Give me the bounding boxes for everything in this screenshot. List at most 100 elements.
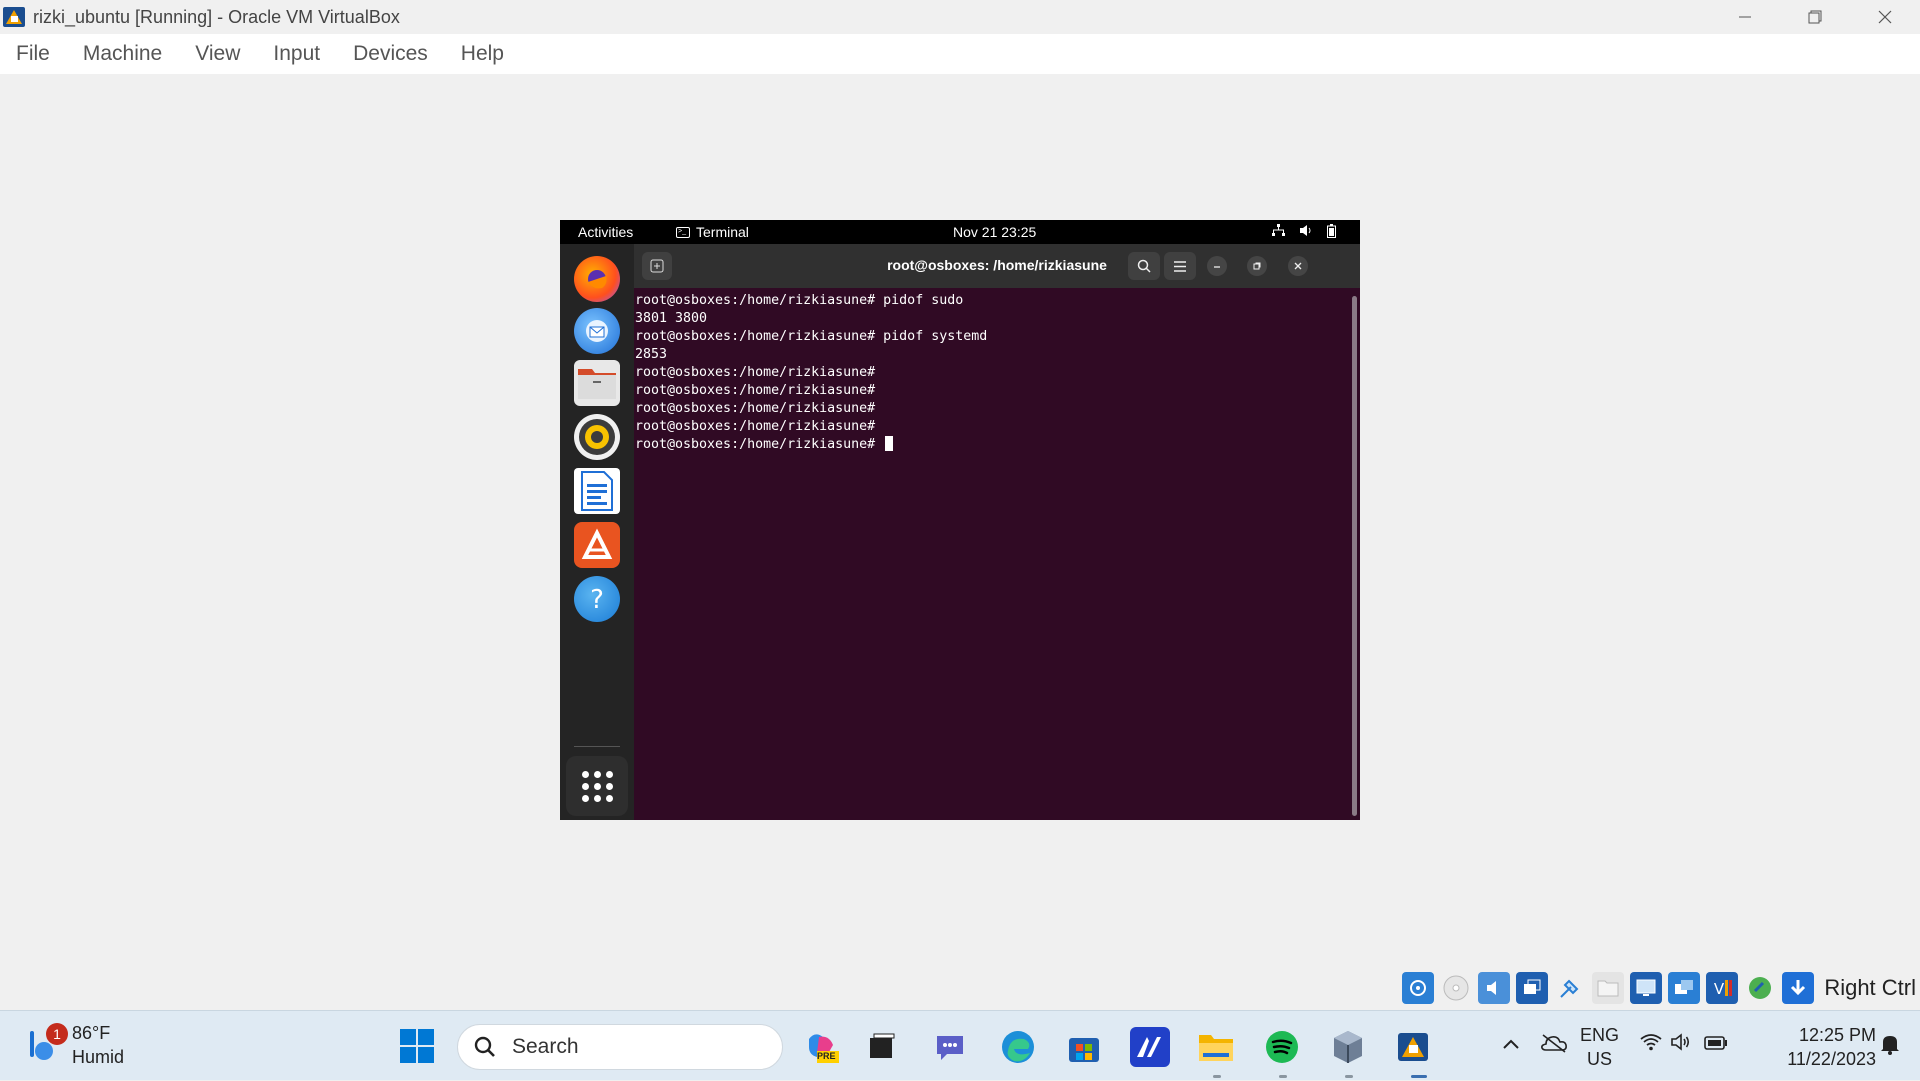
search-icon: [474, 1036, 496, 1058]
speaker-icon[interactable]: [1670, 1033, 1692, 1057]
terminal-line: root@osboxes:/home/rizkiasune#: [635, 419, 876, 434]
new-tab-button[interactable]: [642, 252, 672, 280]
battery-status-icon[interactable]: [1704, 1033, 1728, 1056]
terminal-maximize-button[interactable]: [1247, 256, 1267, 276]
host-key-arrow-icon[interactable]: [1782, 972, 1815, 1004]
minimize-button[interactable]: [1710, 0, 1780, 34]
vmware-cube-icon[interactable]: [1328, 1027, 1368, 1067]
guest-screen[interactable]: Activities >_ Terminal Nov 21 23:25 ? ro…: [560, 220, 1360, 820]
virtualbox-logo-icon: [2, 4, 28, 30]
gnome-top-bar: Activities >_ Terminal Nov 21 23:25: [560, 220, 1360, 244]
files-icon[interactable]: [574, 360, 620, 406]
svg-text:V: V: [1714, 980, 1725, 998]
clock-date: 11/22/2023: [1787, 1049, 1876, 1069]
language-indicator[interactable]: ENG US: [1580, 1023, 1619, 1071]
menu-devices[interactable]: Devices: [353, 42, 428, 66]
app-menu-label: Terminal: [696, 224, 749, 240]
weather-badge: 1: [46, 1023, 68, 1045]
terminal-cursor: [885, 436, 894, 451]
wifi-icon[interactable]: [1640, 1033, 1662, 1057]
terminal-line: root@osboxes:/home/rizkiasune#: [635, 401, 876, 416]
terminal-output[interactable]: root@osboxes:/home/rizkiasune# pidof sud…: [635, 292, 1335, 454]
copilot-badge: PRE: [817, 1051, 836, 1061]
usb-icon[interactable]: [1554, 972, 1586, 1004]
active-indicator: [1411, 1075, 1427, 1078]
vbox-status-bar: V Right Ctrl: [1402, 966, 1920, 1010]
ubuntu-dock: ?: [560, 244, 634, 820]
menu-machine[interactable]: Machine: [83, 42, 162, 66]
terminal-search-button[interactable]: [1128, 252, 1160, 280]
app-center-icon[interactable]: [574, 522, 620, 568]
restore-button[interactable]: [1780, 0, 1850, 34]
firefox-icon[interactable]: [574, 256, 620, 302]
gnome-status-area[interactable]: [1272, 223, 1336, 241]
writer-icon[interactable]: [574, 468, 620, 514]
start-button[interactable]: [400, 1029, 434, 1063]
dock-separator: [574, 746, 620, 747]
hard-disk-icon[interactable]: [1402, 972, 1435, 1004]
weather-widget[interactable]: 1 86°F Humid: [24, 1021, 124, 1069]
terminal-line: root@osboxes:/home/rizkiasune#: [635, 365, 876, 380]
microsoft-store-icon[interactable]: [1064, 1027, 1104, 1067]
file-explorer-icon[interactable]: [1196, 1027, 1236, 1067]
show-apps-icon[interactable]: [566, 756, 628, 816]
running-indicator: [1213, 1075, 1221, 1078]
volume-icon: [1299, 224, 1313, 240]
terminal-prompt-line[interactable]: root@osboxes:/home/rizkiasune#: [635, 436, 1335, 454]
clock-time: 12:25 PM: [1798, 1025, 1876, 1045]
notification-bell-icon[interactable]: [1880, 1033, 1900, 1061]
running-indicator: [1345, 1075, 1353, 1078]
vt-x-icon[interactable]: V: [1706, 972, 1739, 1004]
optical-drive-icon[interactable]: [1440, 972, 1472, 1004]
network-icon: [1272, 224, 1285, 240]
terminal-line: 2853: [635, 347, 668, 362]
thunderbird-icon[interactable]: [574, 308, 620, 354]
gnome-clock[interactable]: Nov 21 23:25: [953, 224, 1036, 240]
terminal-close-button[interactable]: [1288, 256, 1308, 276]
thermometer-icon: 1: [24, 1023, 68, 1065]
dev-app-icon[interactable]: [1130, 1027, 1170, 1067]
host-key-label: Right Ctrl: [1824, 975, 1916, 1000]
menubar: File Machine View Input Devices Help: [0, 34, 1920, 74]
window-titlebar: rizki_ubuntu [Running] - Oracle VM Virtu…: [0, 0, 1920, 34]
recording-icon[interactable]: [1668, 972, 1701, 1004]
menu-help[interactable]: Help: [461, 42, 504, 66]
shared-folders-icon[interactable]: [1592, 972, 1625, 1004]
terminal-headerbar: root@osboxes: /home/rizkiasune: [634, 244, 1360, 288]
terminal-line: root@osboxes:/home/rizkiasune# pidof sys…: [635, 329, 988, 344]
app-menu[interactable]: >_ Terminal: [676, 224, 749, 240]
teams-chat-icon[interactable]: [930, 1027, 970, 1067]
edge-icon[interactable]: [998, 1027, 1038, 1067]
terminal-window[interactable]: root@osboxes: /home/rizkiasune root@osbo…: [634, 244, 1360, 820]
running-indicator: [1279, 1075, 1287, 1078]
window-title: rizki_ubuntu [Running] - Oracle VM Virtu…: [33, 6, 400, 27]
copilot-icon[interactable]: PRE: [801, 1027, 841, 1067]
onedrive-offline-icon[interactable]: [1540, 1033, 1568, 1059]
display-icon[interactable]: [1630, 972, 1663, 1004]
activities-button[interactable]: Activities: [578, 224, 633, 240]
terminal-menu-button[interactable]: [1164, 252, 1196, 280]
audio-icon[interactable]: [1478, 972, 1511, 1004]
terminal-minimize-button[interactable]: [1207, 256, 1227, 276]
terminal-prompt: root@osboxes:/home/rizkiasune#: [635, 437, 884, 452]
menu-file[interactable]: File: [16, 42, 50, 66]
close-button[interactable]: [1850, 0, 1920, 34]
virtualbox-taskbar-icon[interactable]: [1394, 1027, 1434, 1067]
spotify-icon[interactable]: [1262, 1027, 1302, 1067]
network-adapter-icon[interactable]: [1516, 972, 1549, 1004]
menu-input[interactable]: Input: [273, 42, 320, 66]
svg-text:?: ?: [590, 585, 604, 614]
region-label: US: [1587, 1049, 1613, 1069]
terminal-line: root@osboxes:/home/rizkiasune#: [635, 383, 876, 398]
chevron-up-icon[interactable]: [1502, 1033, 1520, 1056]
rhythmbox-icon[interactable]: [574, 414, 620, 460]
menu-view[interactable]: View: [195, 42, 240, 66]
weather-condition: Humid: [72, 1047, 125, 1067]
windows-taskbar: 1 86°F Humid Search PRE ENG US 12:25 PM …: [0, 1010, 1920, 1080]
terminal-scrollbar[interactable]: [1352, 296, 1357, 816]
taskbar-search[interactable]: Search: [457, 1024, 783, 1070]
mouse-integration-icon[interactable]: [1744, 972, 1776, 1004]
clock[interactable]: 12:25 PM 11/22/2023: [1760, 1023, 1876, 1071]
help-icon[interactable]: ?: [574, 576, 620, 622]
task-view-icon[interactable]: [862, 1027, 902, 1067]
